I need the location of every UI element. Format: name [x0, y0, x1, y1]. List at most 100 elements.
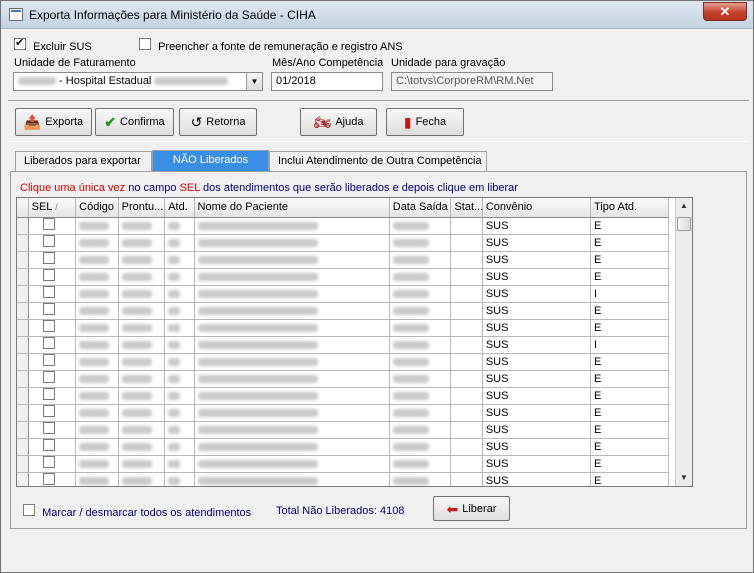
row-indicator[interactable]	[17, 404, 29, 422]
row-indicator[interactable]	[17, 319, 29, 337]
marcar-todos-option[interactable]: Marcar / desmarcar todos os atendimentos	[23, 504, 251, 519]
sel-cell[interactable]	[28, 387, 77, 405]
table-row[interactable]: SUS E	[17, 251, 669, 269]
sel-cell[interactable]	[28, 234, 77, 252]
chevron-down-icon[interactable]: ▼	[246, 73, 262, 90]
col-status[interactable]: Stat...	[450, 198, 483, 218]
table-row[interactable]: SUS I	[17, 285, 669, 303]
scroll-down-icon[interactable]: ▼	[676, 470, 692, 486]
table-row[interactable]: SUS E	[17, 421, 669, 439]
row-indicator[interactable]	[17, 421, 29, 439]
table-row[interactable]: SUS E	[17, 353, 669, 371]
row-indicator[interactable]	[17, 285, 29, 303]
table-row[interactable]: SUS E	[17, 455, 669, 473]
table-row[interactable]: SUS I	[17, 336, 669, 354]
table-row[interactable]: SUS E	[17, 387, 669, 405]
table-row[interactable]: SUS E	[17, 217, 669, 235]
row-indicator[interactable]	[17, 302, 29, 320]
scroll-thumb[interactable]	[677, 217, 691, 231]
excluir-sus-option[interactable]: Excluir SUS	[14, 36, 92, 53]
sel-cell[interactable]	[28, 285, 77, 303]
col-codigo[interactable]: Código	[75, 198, 119, 218]
redacted-text	[392, 323, 429, 332]
sel-cell[interactable]	[28, 319, 77, 337]
fecha-button[interactable]: ▮ Fecha	[386, 108, 464, 136]
sel-cell[interactable]	[28, 217, 77, 235]
mes-ano-input[interactable]: 01/2018	[271, 72, 383, 91]
row-indicator[interactable]	[17, 336, 29, 354]
row-indicator[interactable]	[17, 234, 29, 252]
row-select-checkbox[interactable]	[42, 405, 55, 417]
table-row[interactable]: SUS E	[17, 268, 669, 286]
col-atd[interactable]: Atd.	[164, 198, 195, 218]
sel-cell[interactable]	[28, 421, 77, 439]
sel-cell[interactable]	[28, 370, 77, 388]
tab-outra-competencia[interactable]: Inclui Atendimento de Outra Competência	[269, 151, 487, 171]
liberar-button[interactable]: ⬅ Liberar	[433, 496, 510, 521]
row-select-checkbox[interactable]	[42, 456, 55, 468]
row-select-checkbox[interactable]	[42, 320, 55, 332]
row-select-checkbox[interactable]	[42, 269, 55, 281]
row-indicator[interactable]	[17, 438, 29, 456]
sel-cell[interactable]	[28, 353, 77, 371]
row-select-checkbox[interactable]	[42, 218, 55, 230]
row-indicator[interactable]	[17, 455, 29, 473]
col-data-saida[interactable]: Data Saída	[389, 198, 452, 218]
sel-cell[interactable]	[28, 336, 77, 354]
tab-nao-liberados[interactable]: NÃO Liberados	[152, 150, 269, 171]
vertical-scrollbar[interactable]: ▲ ▼	[675, 198, 692, 486]
prontuario-cell	[118, 353, 166, 371]
row-indicator[interactable]	[17, 268, 29, 286]
tipo-atd-cell: E	[590, 387, 669, 405]
sel-cell[interactable]	[28, 472, 77, 486]
col-nome-paciente[interactable]: Nome do Paciente	[194, 198, 390, 218]
row-indicator[interactable]	[17, 387, 29, 405]
ajuda-button[interactable]: 🏍 Ajuda	[300, 108, 377, 136]
row-select-checkbox[interactable]	[42, 473, 55, 485]
row-select-checkbox[interactable]	[42, 286, 55, 298]
col-convenio[interactable]: Convênio	[482, 198, 592, 218]
table-row[interactable]: SUS E	[17, 370, 669, 388]
row-indicator[interactable]	[17, 251, 29, 269]
preencher-fonte-option[interactable]: Preencher a fonte de remuneração e regis…	[139, 38, 403, 53]
retorna-button[interactable]: ↺ Retorna	[179, 108, 257, 136]
confirma-button[interactable]: ✔ Confirma	[95, 108, 174, 136]
sel-cell[interactable]	[28, 251, 77, 269]
scroll-up-icon[interactable]: ▲	[676, 198, 692, 214]
row-select-checkbox[interactable]	[42, 439, 55, 451]
table-row[interactable]: SUS E	[17, 302, 669, 320]
row-select-checkbox[interactable]	[42, 337, 55, 349]
row-indicator[interactable]	[17, 472, 29, 486]
sel-cell[interactable]	[28, 438, 77, 456]
table-row[interactable]: SUS E	[17, 404, 669, 422]
row-select-checkbox[interactable]	[42, 235, 55, 247]
marcar-todos-checkbox[interactable]	[23, 504, 35, 516]
row-select-checkbox[interactable]	[42, 354, 55, 366]
row-select-checkbox[interactable]	[42, 388, 55, 400]
table-row[interactable]: SUS E	[17, 472, 669, 486]
row-select-checkbox[interactable]	[42, 371, 55, 383]
unidade-faturamento-select[interactable]: - Hospital Estadual ▼	[13, 72, 263, 91]
tab-liberados[interactable]: Liberados para exportar	[15, 151, 152, 171]
sel-cell[interactable]	[28, 455, 77, 473]
preencher-fonte-checkbox[interactable]	[139, 38, 151, 50]
close-button[interactable]: ✕	[703, 2, 747, 21]
col-tipo-atd[interactable]: Tipo Atd.	[590, 198, 669, 218]
sel-cell[interactable]	[28, 404, 77, 422]
sel-cell[interactable]	[28, 268, 77, 286]
table-row[interactable]: SUS E	[17, 234, 669, 252]
exporta-button[interactable]: 📤 Exporta	[15, 108, 92, 136]
table-row[interactable]: SUS E	[17, 438, 669, 456]
atendimentos-grid[interactable]: SEL / Código Prontu... Atd. Nome do Paci…	[16, 197, 693, 487]
row-select-checkbox[interactable]	[42, 303, 55, 315]
row-indicator[interactable]	[17, 370, 29, 388]
row-select-checkbox[interactable]	[42, 252, 55, 264]
sel-cell[interactable]	[28, 302, 77, 320]
col-sel[interactable]: SEL /	[28, 198, 77, 218]
col-prontuario[interactable]: Prontu...	[118, 198, 166, 218]
excluir-sus-checkbox[interactable]	[14, 36, 26, 50]
table-row[interactable]: SUS E	[17, 319, 669, 337]
row-indicator[interactable]	[17, 353, 29, 371]
row-select-checkbox[interactable]	[42, 422, 55, 434]
row-indicator[interactable]	[17, 217, 29, 235]
